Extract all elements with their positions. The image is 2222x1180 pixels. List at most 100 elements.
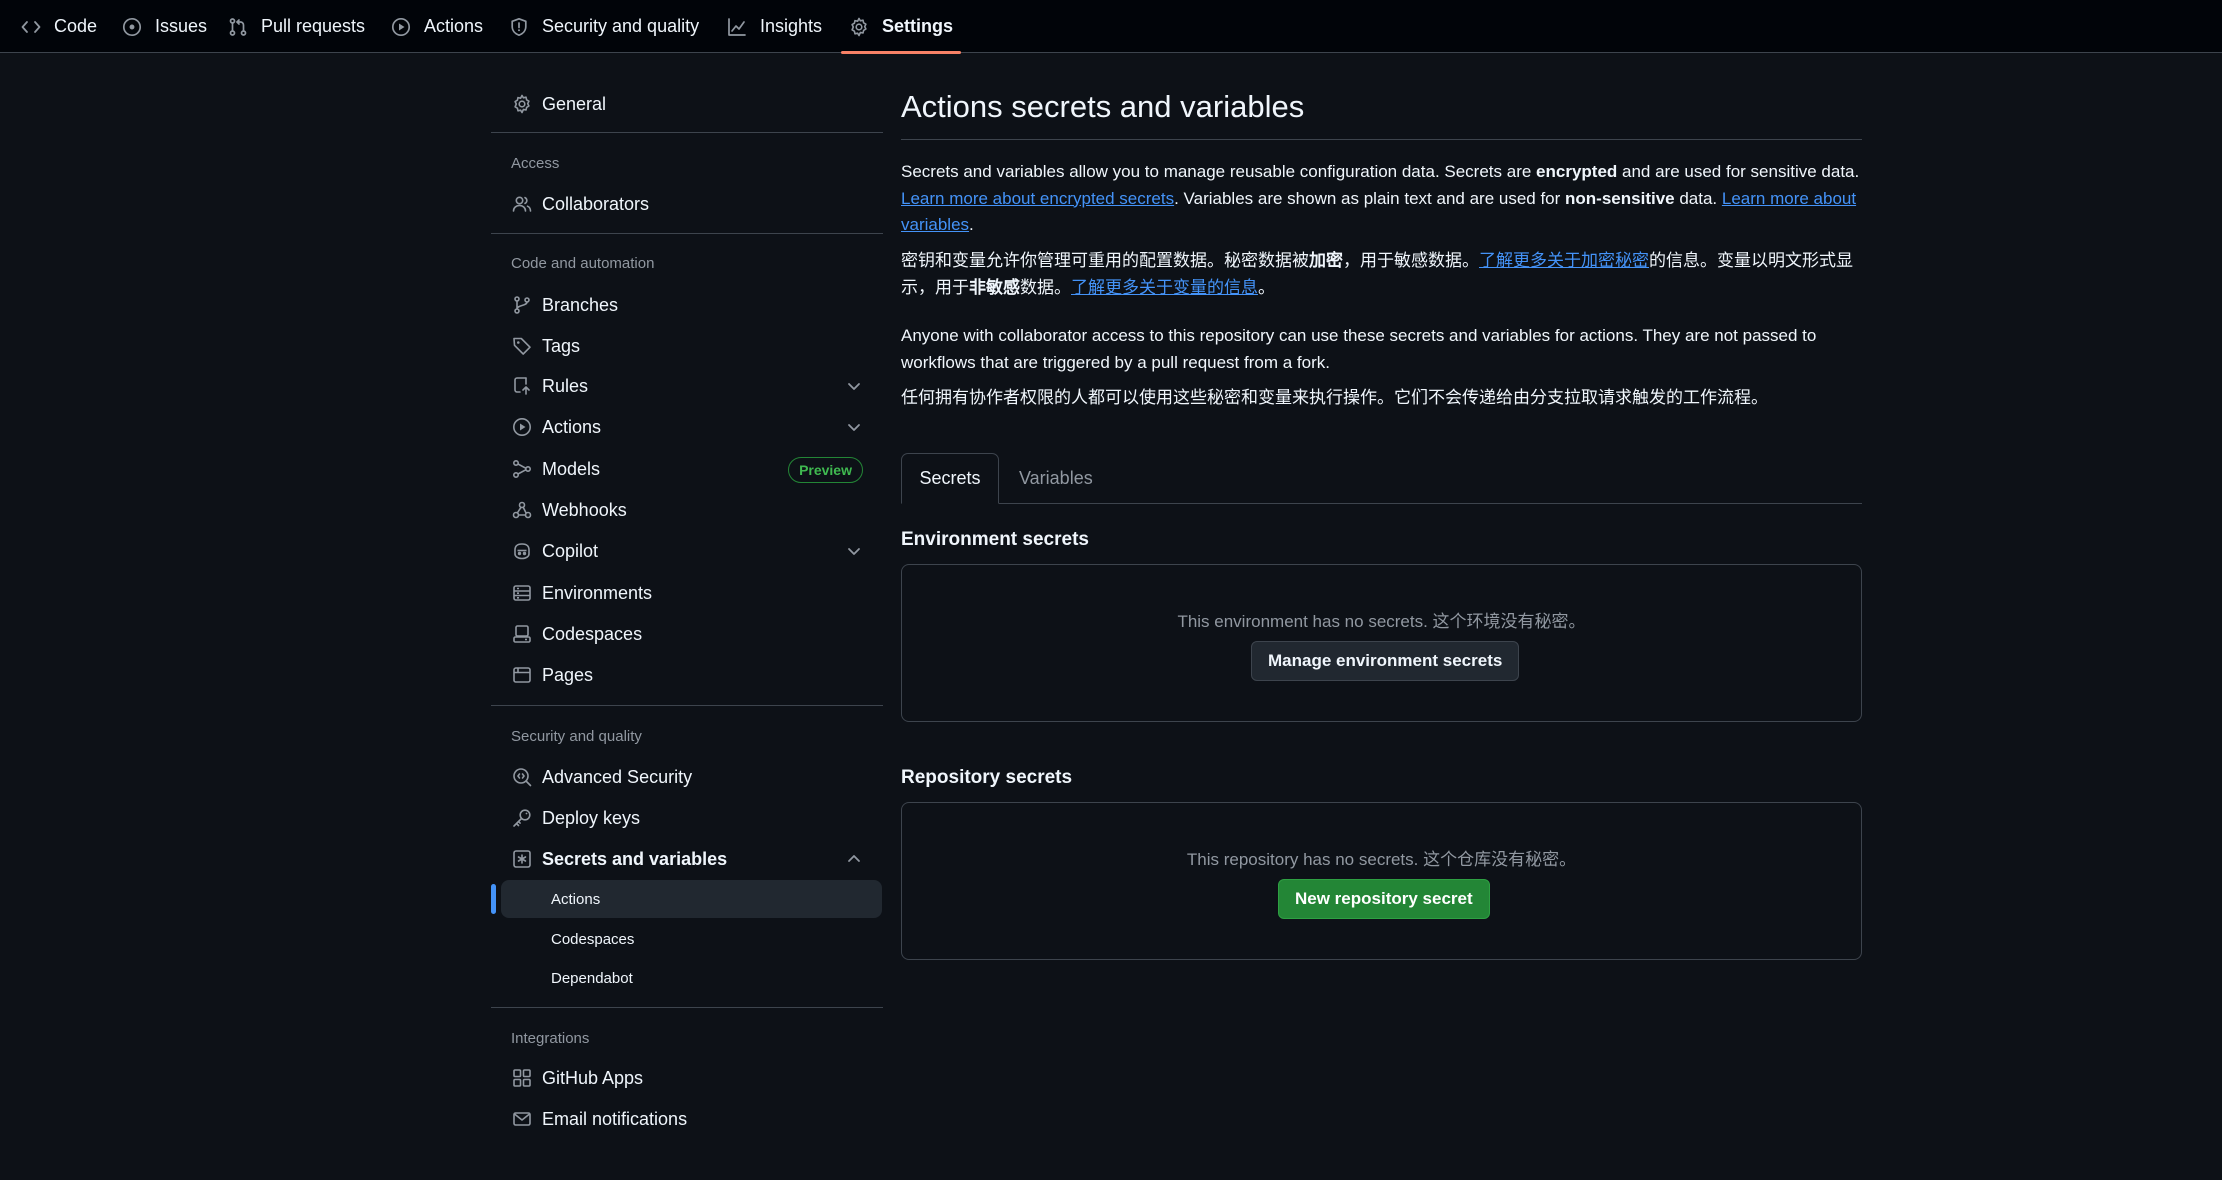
sidebar-item-label: Branches [542, 294, 619, 315]
codespaces-icon [512, 624, 532, 644]
pull-request-icon [228, 17, 248, 37]
sidebar-divider [491, 705, 883, 706]
intro-bold: encrypted [1536, 162, 1618, 181]
sidebar-item-copilot[interactable]: Copilot [491, 531, 883, 571]
tab-label: Insights [760, 16, 823, 36]
access-note-cn: 任何拥有协作者权限的人都可以使用这些秘密和变量来执行操作。它们不会传递给由分支拉… [901, 388, 1768, 407]
tab-settings[interactable]: Settings [841, 0, 962, 54]
sidebar-item-environments[interactable]: Environments [491, 573, 883, 613]
chevron-down-icon[interactable] [845, 377, 863, 395]
sidebar-item-label: Deploy keys [542, 807, 641, 828]
sidebar-subitem-label: Codespaces [551, 930, 635, 948]
repository-secrets-box: This repository has no secrets. 这个仓库没有秘密… [901, 802, 1862, 960]
sidebar-subitem-dependabot[interactable]: Dependabot [501, 959, 882, 997]
title-divider [901, 139, 1862, 140]
sidebar-item-actions[interactable]: Actions [491, 407, 883, 447]
environment-secrets-box: This environment has no secrets. 这个环境没有秘… [901, 564, 1862, 722]
intro-text: 密钥和变量允许你管理可重用的配置数据。秘密数据被 [901, 251, 1309, 270]
codescan-icon [512, 767, 532, 787]
intro-text: 。 [1258, 277, 1275, 297]
learn-more-variables-link-cn[interactable]: 了解更多关于变量的信息 [1071, 278, 1258, 297]
sidebar-item-label: Codespaces [542, 623, 643, 644]
sidebar-item-advanced-security[interactable]: Advanced Security [491, 757, 883, 797]
tab-label: Issues [155, 16, 208, 36]
sidebar-item-email-notifications[interactable]: Email notifications [491, 1099, 883, 1139]
tab-security-and-quality[interactable]: Security and quality [509, 0, 699, 53]
tab-issues[interactable]: Issues [122, 0, 207, 53]
tab-pull-requests[interactable]: Pull requests [228, 0, 365, 53]
sidebar-item-tags[interactable]: Tags [491, 326, 883, 366]
page-title: Actions secrets and variables [901, 89, 1305, 124]
sidebar-item-webhooks[interactable]: Webhooks [491, 490, 883, 530]
key-icon [512, 808, 532, 828]
tag-icon [512, 336, 532, 356]
sidebar-item-github-apps[interactable]: GitHub Apps [491, 1058, 883, 1098]
play-icon [391, 17, 411, 37]
sidebar-item-pages[interactable]: Pages [491, 655, 883, 695]
sidebar-divider [491, 132, 883, 133]
repo-nav: Code Issues Pull requests Actions Securi… [0, 0, 2222, 54]
sidebar-item-label: Webhooks [542, 499, 627, 520]
intro-bold: 加密 [1309, 251, 1343, 270]
sidebar-item-label: Actions [542, 416, 602, 437]
tab-label: Actions [424, 16, 484, 36]
sidebar-item-codespaces[interactable]: Codespaces [491, 614, 883, 654]
gear-icon [849, 17, 869, 37]
intro-text: . Variables are shown as plain text and … [1174, 188, 1566, 208]
copilot-icon [512, 541, 532, 561]
tab-label: Settings [882, 16, 954, 36]
shield-icon [509, 17, 529, 37]
selected-tab-underline [841, 51, 962, 54]
chevron-up-icon[interactable] [845, 850, 863, 868]
sidebar-item-rules[interactable]: Rules [491, 366, 883, 406]
sidebar-divider [491, 1007, 883, 1008]
environment-secrets-empty-text: This environment has no secrets. 这个环境没有秘… [1177, 612, 1586, 631]
sidebar-item-secrets-and-variables[interactable]: Secrets and variables [491, 839, 883, 879]
people-icon [512, 194, 532, 214]
tab-insights[interactable]: Insights [727, 0, 822, 53]
tab-code[interactable]: Code [21, 0, 97, 53]
sidebar-subitem-label: Actions [551, 890, 601, 908]
sidebar-subitem-label: Dependabot [551, 969, 633, 987]
sidebar-item-label: Secrets and variables [542, 848, 728, 869]
manage-environment-secrets-button[interactable]: Manage environment secrets [1251, 641, 1520, 681]
sidebar-item-label: Tags [542, 335, 581, 356]
mail-icon [512, 1109, 532, 1129]
chevron-down-icon[interactable] [845, 542, 863, 560]
sidebar-item-label: General [542, 93, 607, 114]
repository-secrets-empty-text: This repository has no secrets. 这个仓库没有秘密… [1186, 850, 1577, 869]
sidebar-item-label: Collaborators [542, 193, 650, 214]
sidebar-item-label: Pages [542, 664, 594, 685]
sidebar-item-deploy-keys[interactable]: Deploy keys [491, 798, 883, 838]
sidebar-heading-integrations: Integrations [511, 1030, 590, 1047]
sidebar-item-general[interactable]: General [491, 84, 883, 124]
sidebar-heading-security-and-quality: Security and quality [511, 728, 642, 745]
intro-text: ，用于敏感数据。 [1343, 251, 1479, 270]
environment-secrets-heading: Environment secrets [901, 529, 1089, 550]
tab-variables[interactable]: Variables [1019, 453, 1093, 504]
server-icon [512, 583, 532, 603]
tab-secrets[interactable]: Secrets [901, 453, 999, 504]
learn-more-encrypted-secrets-link[interactable]: Learn more about encrypted secrets [901, 189, 1174, 208]
sidebar-item-branches[interactable]: Branches [491, 285, 883, 325]
new-repository-secret-button[interactable]: New repository secret [1278, 879, 1490, 919]
sidebar-item-label: Rules [542, 375, 589, 396]
sidebar-item-collaborators[interactable]: Collaborators [491, 184, 883, 224]
code-icon [21, 17, 41, 37]
tab-label: Pull requests [261, 16, 366, 36]
tab-label: Code [54, 16, 98, 36]
chevron-down-icon[interactable] [845, 418, 863, 436]
learn-more-encrypted-secrets-link-cn[interactable]: 了解更多关于加密秘密 [1479, 251, 1649, 270]
sidebar-item-models[interactable]: Models Preview [491, 449, 883, 489]
issue-opened-icon [122, 17, 142, 37]
graph-icon [727, 17, 747, 37]
intro-bold: non-sensitive [1565, 188, 1675, 208]
key-asterisk-icon [512, 849, 532, 869]
tab-actions[interactable]: Actions [391, 0, 483, 53]
intro-text: data. [1674, 188, 1722, 208]
sidebar-divider [491, 233, 883, 234]
sidebar-subitem-codespaces[interactable]: Codespaces [501, 920, 882, 958]
sidebar-subitem-actions[interactable]: Actions [501, 880, 882, 918]
intro-bold: 非敏感 [969, 277, 1020, 297]
sidebar-item-label: Advanced Security [542, 766, 693, 787]
